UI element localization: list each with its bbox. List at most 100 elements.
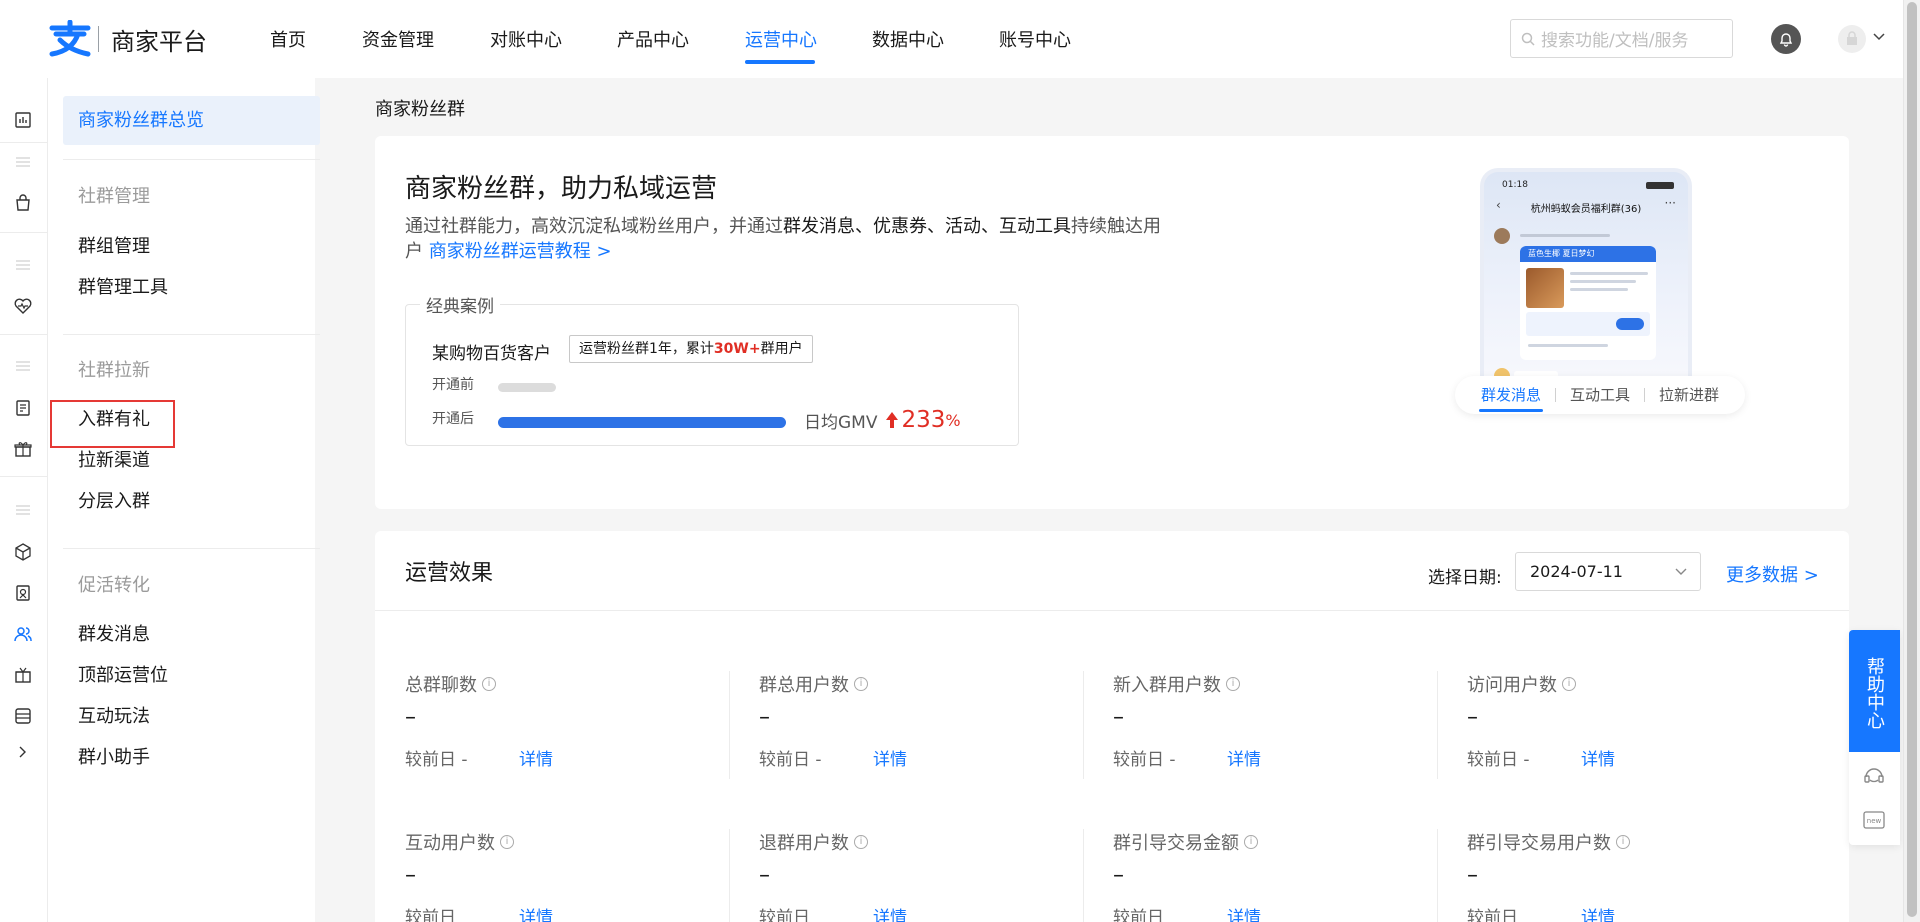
metric-guided-gmv: 群引导交易金额 i – 较前日 详情 — [1083, 829, 1437, 922]
menu-lines-icon — [16, 260, 30, 270]
info-icon[interactable]: i — [1562, 677, 1576, 691]
metric-detail-link[interactable]: 详情 — [1227, 745, 1261, 770]
notification-bell-icon[interactable] — [1771, 24, 1801, 54]
chevron-down-icon[interactable] — [1872, 29, 1886, 43]
metric-compare: 较前日 - — [405, 750, 468, 770]
nav-home[interactable]: 首页 — [270, 26, 306, 52]
heart-pulse-icon[interactable] — [13, 296, 33, 316]
tab-broadcast[interactable]: 群发消息 — [1467, 376, 1555, 414]
metric-compare: 较前日 - — [759, 750, 822, 770]
rail-divider — [0, 142, 48, 143]
document-icon[interactable] — [13, 398, 33, 418]
metric-value: – — [1113, 705, 1124, 730]
info-icon[interactable]: i — [482, 677, 496, 691]
info-icon[interactable]: i — [1226, 677, 1240, 691]
rail-divider — [0, 334, 48, 335]
info-icon[interactable]: i — [500, 835, 514, 849]
metric-detail-link[interactable]: 详情 — [1227, 903, 1261, 922]
customer-service-icon[interactable] — [1862, 764, 1886, 788]
case-client: 某购物百货客户 — [432, 344, 551, 364]
metric-guided-buyers: 群引导交易用户数 i – 较前日 详情 — [1437, 829, 1791, 922]
info-icon[interactable]: i — [854, 677, 868, 691]
cube-icon[interactable] — [13, 542, 33, 562]
phone-status-icons — [1646, 182, 1674, 189]
metric-title: 访问用户数 i — [1467, 671, 1576, 697]
after-label: 开通后 — [432, 411, 474, 427]
search-input[interactable]: 搜索功能/文档/服务 — [1510, 19, 1733, 58]
help-center-button[interactable]: 帮助中心 — [1849, 630, 1900, 752]
metric-title-text: 新入群用户数 — [1113, 675, 1221, 696]
metric-detail-link[interactable]: 详情 — [519, 745, 553, 770]
new-badge-icon[interactable]: new — [1862, 808, 1886, 832]
metric-left-users: 退群用户数 i – 较前日 详情 — [729, 829, 1083, 922]
dashboard-icon[interactable] — [13, 110, 33, 130]
chevron-right-icon[interactable] — [13, 746, 33, 758]
metric-title-text: 群引导交易金额 — [1113, 833, 1239, 854]
metric-detail-link[interactable]: 详情 — [519, 903, 553, 922]
gift-icon[interactable] — [13, 439, 33, 459]
metric-detail-link[interactable]: 详情 — [1581, 745, 1615, 770]
rail-divider — [0, 232, 48, 233]
before-label: 开通前 — [432, 377, 474, 393]
nav-funds[interactable]: 资金管理 — [362, 26, 434, 52]
nav-operations[interactable]: 运营中心 — [745, 26, 817, 52]
metric-detail-link[interactable]: 详情 — [1581, 903, 1615, 922]
chevron-down-icon — [1675, 568, 1687, 575]
logo[interactable]: 商家平台 — [48, 20, 207, 58]
scrollbar-thumb[interactable] — [1907, 2, 1917, 917]
tab-recruit[interactable]: 拉新进群 — [1645, 376, 1733, 414]
info-icon[interactable]: i — [1244, 835, 1258, 849]
metric-title-text: 群总用户数 — [759, 675, 849, 696]
metric-compare: 较前日 - — [1113, 750, 1176, 770]
metric-total-chats: 总群聊数 i – 较前日 - 详情 — [375, 671, 729, 791]
metric-title: 新入群用户数 i — [1113, 671, 1240, 697]
metric-detail-link[interactable]: 详情 — [873, 745, 907, 770]
info-icon[interactable]: i — [854, 835, 868, 849]
phone-coupon-button — [1616, 318, 1644, 330]
badge-icon[interactable] — [13, 583, 33, 603]
more-data-link[interactable]: 更多数据 > — [1726, 561, 1819, 587]
nav-account[interactable]: 账号中心 — [999, 26, 1071, 52]
database-icon[interactable] — [13, 706, 33, 726]
phone-sender-name — [1520, 234, 1610, 237]
metric-title: 退群用户数 i — [759, 829, 868, 855]
date-picker[interactable]: 2024-07-11 — [1515, 552, 1701, 591]
before-bar — [498, 383, 556, 392]
info-icon[interactable]: i — [1616, 835, 1630, 849]
sidebar-item-overview[interactable]: 商家粉丝群总览 — [63, 96, 320, 145]
menu-lines-icon — [16, 361, 30, 371]
metric-title: 总群聊数 i — [405, 671, 496, 697]
phone-more-icon: ··· — [1664, 196, 1676, 210]
phone-card-line — [1570, 272, 1648, 275]
case-tag-suffix: 群用户 — [760, 341, 803, 357]
avatar[interactable] — [1838, 25, 1866, 53]
metric-detail-link[interactable]: 详情 — [873, 903, 907, 922]
nav-reconciliation[interactable]: 对账中心 — [490, 26, 562, 52]
metric-visitors: 访问用户数 i – 较前日 - 详情 — [1437, 671, 1791, 791]
sidebar-item-group-assistant[interactable]: 群小助手 — [63, 733, 320, 782]
page-title: 商家粉丝群 — [375, 99, 465, 120]
metric-title-text: 群引导交易用户数 — [1467, 833, 1611, 854]
gmv-growth: 日均GMV 233% — [804, 407, 961, 433]
sidebar-item-tiered-join[interactable]: 分层入群 — [63, 477, 320, 526]
users-icon[interactable] — [13, 624, 33, 644]
tab-interactive-tools[interactable]: 互动工具 — [1556, 376, 1644, 414]
sidebar-item-group-tools[interactable]: 群管理工具 — [63, 263, 320, 312]
phone-card-line — [1528, 344, 1608, 347]
shopping-bag-icon[interactable] — [13, 193, 33, 213]
phone-drink-image — [1526, 268, 1564, 308]
effect-divider — [375, 610, 1849, 611]
sidebar-divider — [63, 548, 320, 549]
nav-data[interactable]: 数据中心 — [872, 26, 944, 52]
present-box-icon[interactable] — [13, 665, 33, 685]
metric-value: – — [405, 863, 416, 888]
phone-time: 01:18 — [1502, 180, 1528, 190]
logo-text: 商家平台 — [111, 27, 207, 56]
icon-rail — [0, 78, 48, 922]
metric-title: 互动用户数 i — [405, 829, 514, 855]
nav-products[interactable]: 产品中心 — [617, 26, 689, 52]
menu-lines-icon — [16, 157, 30, 167]
phone-sender-avatar — [1494, 228, 1510, 244]
page-scrollbar[interactable] — [1903, 0, 1920, 922]
tutorial-link[interactable]: 商家粉丝群运营教程 > — [429, 241, 612, 262]
